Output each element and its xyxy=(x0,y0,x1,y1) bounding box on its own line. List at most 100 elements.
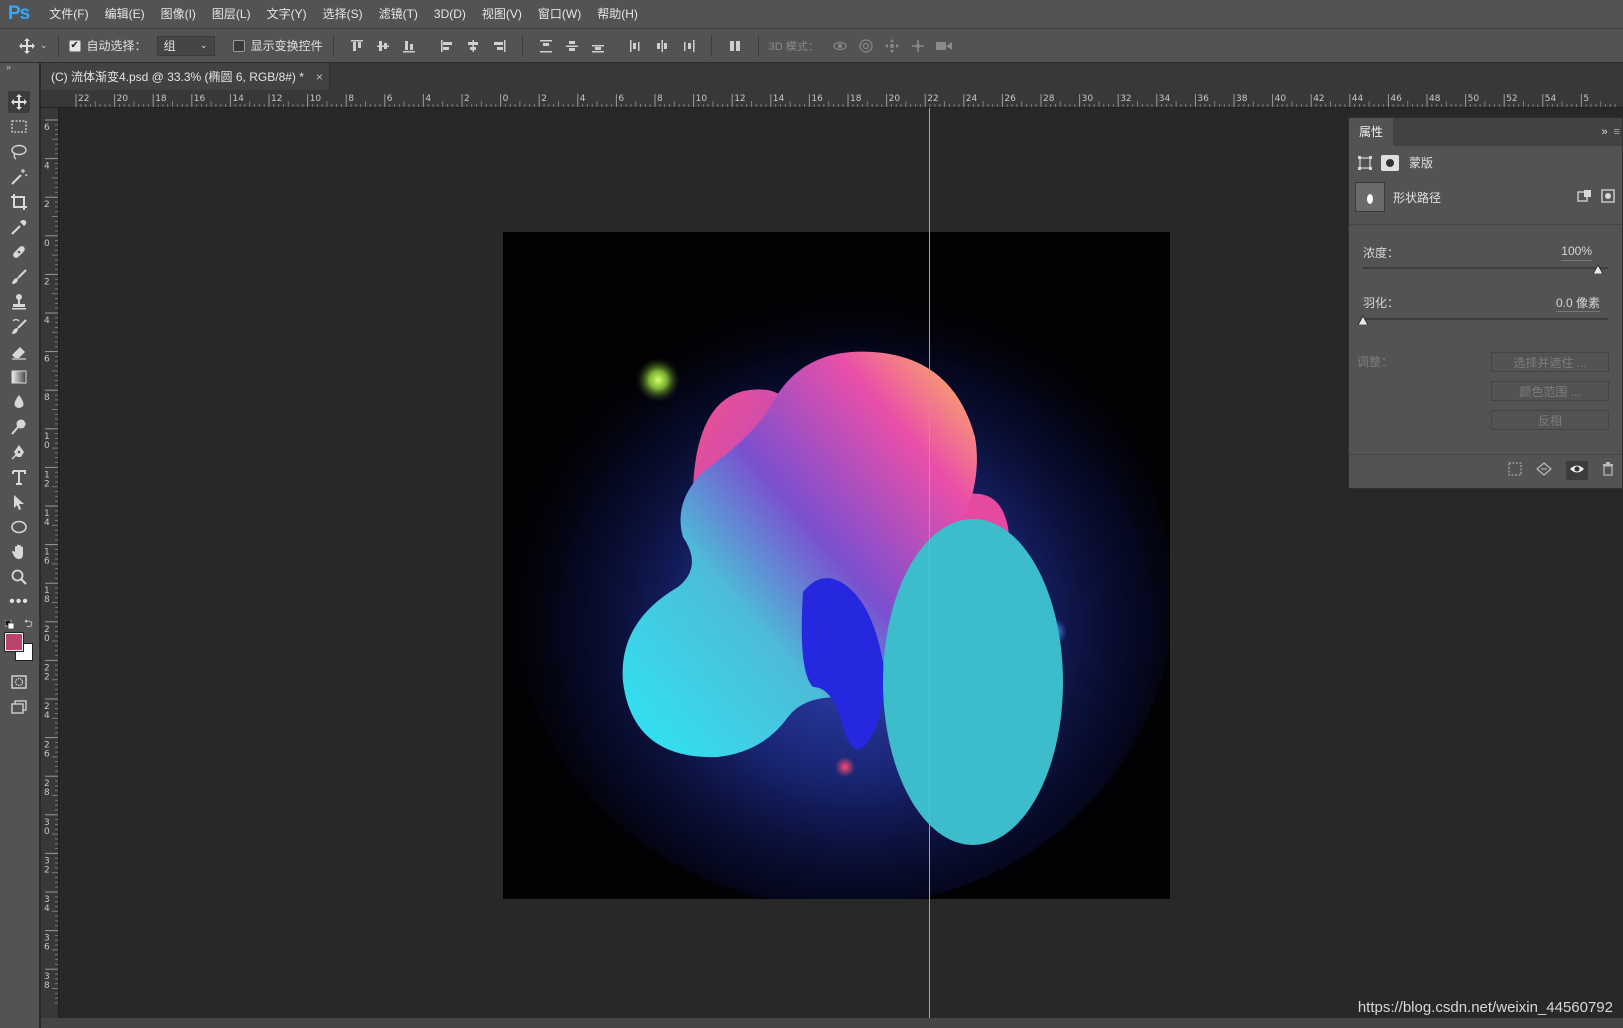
history-brush-tool[interactable] xyxy=(8,316,30,338)
auto-select-checkbox[interactable]: ✔ xyxy=(68,39,81,52)
select-and-mask-button[interactable]: 选择并遮住 ... xyxy=(1491,352,1609,372)
pen-tool[interactable] xyxy=(8,441,30,463)
chevron-down-icon: ⌄ xyxy=(40,40,48,50)
3d-rotate-icon[interactable] xyxy=(831,37,849,55)
vertical-guide[interactable] xyxy=(929,108,930,1018)
color-range-button[interactable]: 颜色范围 ... xyxy=(1491,381,1609,401)
zoom-tool[interactable] xyxy=(8,566,30,588)
clone-stamp-tool[interactable] xyxy=(8,291,30,313)
show-transform-toggle[interactable]: 显示变换控件 xyxy=(232,37,323,54)
magic-wand-tool[interactable] xyxy=(8,166,30,188)
distribute-left-icon[interactable] xyxy=(627,37,645,55)
eye-icon[interactable] xyxy=(1566,461,1588,480)
density-slider-thumb[interactable] xyxy=(1593,265,1603,274)
distribute-hcenter-icon[interactable] xyxy=(653,37,671,55)
distribute-bottom-icon[interactable] xyxy=(589,37,607,55)
feather-value[interactable]: 0.0 像素 xyxy=(1555,294,1600,312)
menu-select[interactable]: 选择(S) xyxy=(315,0,371,28)
align-right-icon[interactable] xyxy=(490,37,508,55)
ruler-tick-label: 48 xyxy=(1429,94,1441,104)
path-selection-tool[interactable] xyxy=(8,491,30,513)
align-top-icon[interactable] xyxy=(348,37,366,55)
eyedropper-tool[interactable] xyxy=(8,216,30,238)
marquee-tool[interactable] xyxy=(8,116,30,138)
ruler-tick-label: 2 xyxy=(44,865,50,875)
pixel-mask-icon[interactable] xyxy=(1357,155,1373,171)
type-tool[interactable] xyxy=(8,466,30,488)
menu-image[interactable]: 图像(I) xyxy=(153,0,204,28)
menu-edit[interactable]: 编辑(E) xyxy=(97,0,153,28)
apply-mask-footer-icon[interactable] xyxy=(1536,462,1552,479)
screen-mode[interactable] xyxy=(8,696,30,718)
ruler-tick-label: 4 xyxy=(580,94,586,104)
feather-slider-thumb[interactable] xyxy=(1358,316,1368,325)
trash-icon[interactable] xyxy=(1602,462,1614,479)
3d-slide-icon[interactable] xyxy=(909,37,927,55)
ellipse-6-layer[interactable] xyxy=(883,519,1063,845)
panel-menu-icon[interactable]: ≡ xyxy=(1614,126,1620,138)
apply-mask-icon[interactable] xyxy=(1601,188,1615,206)
auto-select-toggle[interactable]: ✔ 自动选择： xyxy=(68,37,147,54)
collapse-toolbar-icon[interactable]: » xyxy=(6,62,11,72)
ruler-tick-label: 40 xyxy=(1275,94,1287,104)
invert-button[interactable]: 反相 xyxy=(1491,410,1609,430)
align-vcenter-icon[interactable] xyxy=(374,37,392,55)
close-icon[interactable]: × xyxy=(316,70,323,84)
align-left-icon[interactable] xyxy=(438,37,456,55)
show-transform-checkbox[interactable] xyxy=(232,39,245,52)
shape-path-row[interactable]: 形状路径 xyxy=(1355,180,1615,214)
menu-filter[interactable]: 滤镜(T) xyxy=(371,0,426,28)
feather-slider[interactable] xyxy=(1358,316,1608,325)
menu-file[interactable]: 文件(F) xyxy=(41,0,96,28)
menu-layer[interactable]: 图层(L) xyxy=(204,0,259,28)
screen-mode-icon xyxy=(11,700,27,714)
hand-tool[interactable] xyxy=(8,541,30,563)
tool-preset-picker[interactable]: ⌄ xyxy=(18,37,48,55)
align-bottom-icon[interactable] xyxy=(400,37,418,55)
eraser-tool[interactable] xyxy=(8,341,30,363)
swap-colors-icon[interactable]: ⮌ xyxy=(24,615,33,634)
healing-brush-tool[interactable] xyxy=(8,241,30,263)
distribute-top-icon[interactable] xyxy=(537,37,555,55)
ellipse-tool[interactable] xyxy=(8,516,30,538)
density-value[interactable]: 100% xyxy=(1561,244,1592,261)
foreground-color-swatch[interactable] xyxy=(4,632,24,652)
vertical-ruler[interactable]: 64202468101214161820222426283032343638 xyxy=(41,108,59,1018)
brush-tool[interactable] xyxy=(8,266,30,288)
3d-scale-icon[interactable] xyxy=(935,37,953,55)
menu-type[interactable]: 文字(Y) xyxy=(259,0,315,28)
crop-tool[interactable] xyxy=(8,191,30,213)
bandage-icon xyxy=(13,246,25,258)
document-canvas[interactable] xyxy=(503,232,1170,899)
load-selection-icon[interactable] xyxy=(1508,462,1522,479)
3d-roll-icon[interactable] xyxy=(857,37,875,55)
3d-pan-icon[interactable] xyxy=(883,37,901,55)
menu-3d[interactable]: 3D(D) xyxy=(426,0,474,28)
move-icon xyxy=(19,37,35,54)
gradient-tool[interactable] xyxy=(8,366,30,388)
distribute-vcenter-icon[interactable] xyxy=(563,37,581,55)
auto-align-icon[interactable] xyxy=(726,37,744,55)
tab-properties[interactable]: 属性 xyxy=(1349,118,1394,146)
menu-window[interactable]: 窗口(W) xyxy=(530,0,589,28)
default-colors-icon[interactable] xyxy=(4,618,15,630)
menu-help[interactable]: 帮助(H) xyxy=(589,0,646,28)
more-tools[interactable]: ••• xyxy=(8,591,30,613)
vector-mask-icon[interactable] xyxy=(1381,154,1399,171)
auto-select-dropdown[interactable]: 组 ⌄ xyxy=(156,35,215,56)
lasso-tool[interactable] xyxy=(8,141,30,163)
dodge-tool[interactable] xyxy=(8,416,30,438)
quick-mask-mode[interactable] xyxy=(8,671,30,693)
density-slider[interactable] xyxy=(1363,265,1608,274)
document-tab[interactable]: (C) 流体渐变4.psd @ 33.3% (椭圆 6, RGB/8#) * × xyxy=(41,63,330,90)
ruler-tick-label: 26 xyxy=(1004,94,1016,104)
horizontal-ruler[interactable]: 22 20 18 16 14 12 10 8 6 4 2 0 2 4 6 8 10 12 14 16 18 20 22 24 2… xyxy=(41,90,1623,108)
distribute-right-icon[interactable] xyxy=(679,37,697,55)
collapse-panel-icon[interactable]: » xyxy=(1601,126,1607,138)
select-vector-mask-icon[interactable] xyxy=(1577,189,1593,206)
ruler-tick-label: 6 xyxy=(44,943,50,953)
blur-tool[interactable] xyxy=(8,391,30,413)
align-hcenter-icon[interactable] xyxy=(464,37,482,55)
move-tool[interactable] xyxy=(8,91,30,113)
menu-view[interactable]: 视图(V) xyxy=(474,0,530,28)
